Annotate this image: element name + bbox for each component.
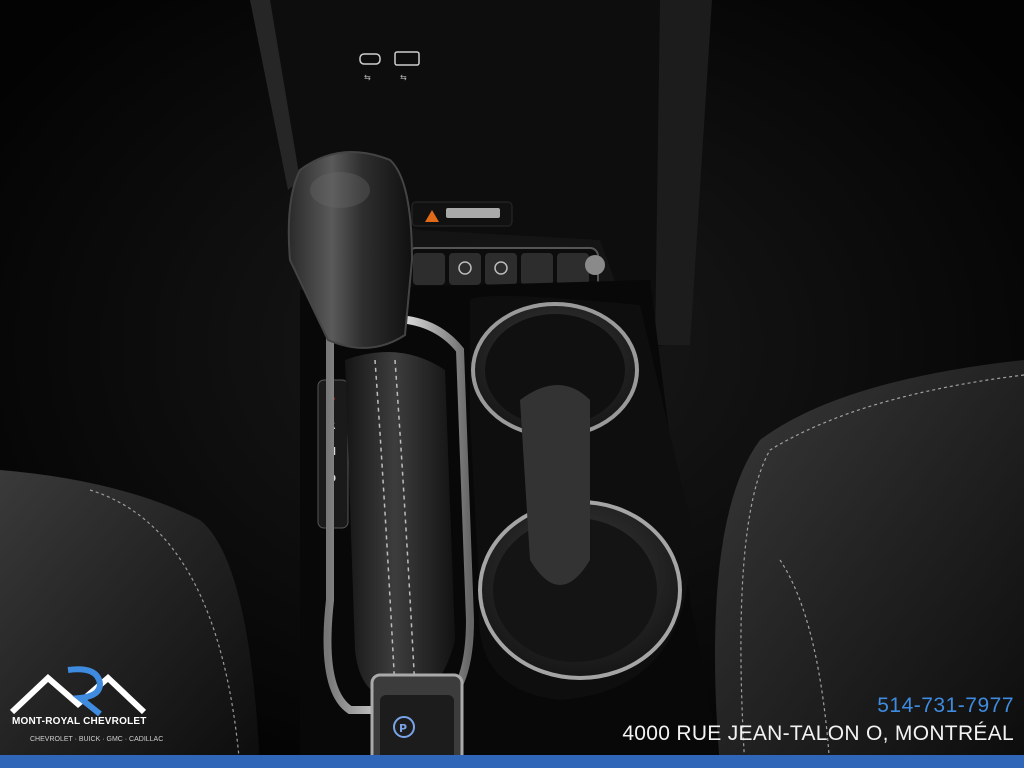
shifter-boot (345, 352, 455, 700)
svg-text:P: P (399, 722, 407, 735)
dealer-phone[interactable]: 514-731-7977 (877, 694, 1014, 718)
svg-text:⇆: ⇆ (364, 73, 371, 82)
vehicle-center-console-photo: ⇆ ⇆ P R N D L P (0, 0, 1024, 768)
dealer-logo: MONT-ROYAL CHEVROLET CHEVROLET · BUICK ·… (8, 664, 163, 754)
svg-text:⇆: ⇆ (400, 73, 407, 82)
dealer-brands: CHEVROLET · BUICK · GMC · CADILLAC (30, 736, 164, 743)
dealer-name: MONT-ROYAL CHEVROLET (12, 716, 147, 727)
mountain-logo-icon (9, 666, 147, 716)
dealer-address: 4000 RUE JEAN-TALON O, MONTRÉAL (622, 722, 1014, 745)
bottom-accent-bar (0, 755, 1024, 768)
